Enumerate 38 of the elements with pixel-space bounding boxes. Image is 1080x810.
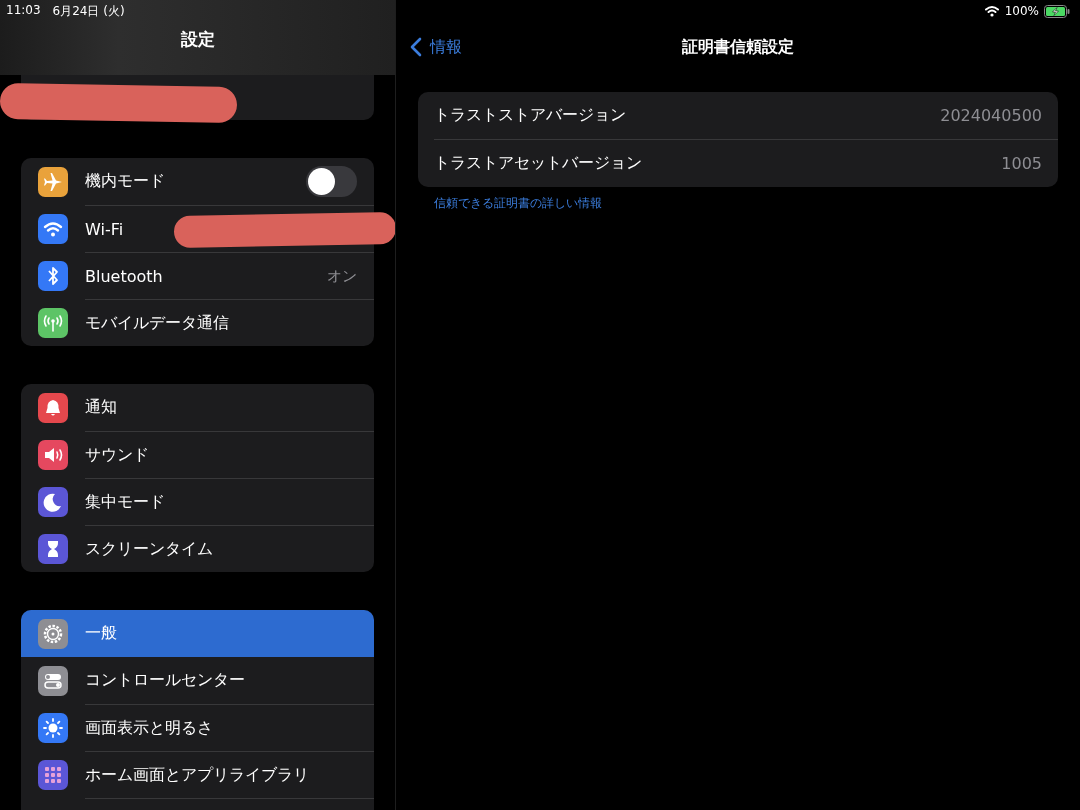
settings-row[interactable]: スクリーンタイム [21, 525, 374, 572]
settings-label: 集中モード [85, 491, 165, 513]
settings-row[interactable]: ホーム画面とアプリライブラリ [21, 751, 374, 798]
settings-label: 通知 [85, 397, 117, 418]
version-label: トラストストアバージョン [434, 105, 626, 126]
settings-label: ホーム画面とアプリライブラリ [85, 764, 309, 786]
certificate-info-link[interactable]: 信頼できる証明書の詳しい情報 [434, 195, 602, 212]
status-date: 6月24日 (火) [52, 3, 125, 20]
settings-value: オン [327, 266, 357, 286]
settings-row[interactable]: Bluetooth オン [21, 252, 374, 299]
settings-label: サウンド [85, 444, 149, 466]
settings-label: 画面表示と明るさ [85, 717, 213, 739]
settings-label: 機内モード [85, 171, 165, 192]
battery-percent: 100% [1004, 4, 1039, 18]
toggle-switch[interactable] [306, 166, 357, 197]
chevron-left-icon [410, 37, 422, 57]
version-value: 2024040500 [940, 106, 1042, 125]
settings-row[interactable]: 通知 [21, 384, 374, 431]
page-title: 証明書信頼設定 [682, 36, 794, 58]
settings-row[interactable]: 集中モード [21, 478, 374, 525]
settings-label: スクリーンタイム [85, 538, 213, 560]
settings-row[interactable]: 画面表示と明るさ [21, 704, 374, 751]
wifi-icon [983, 5, 1000, 17]
settings-row[interactable]: モバイルデータ通信 [21, 299, 374, 346]
version-value: 1005 [1001, 154, 1042, 173]
sidebar-title: 設定 [179, 28, 216, 51]
settings-row[interactable]: コントロールセンター [21, 657, 374, 704]
back-button[interactable]: 情報 [410, 36, 462, 58]
settings-label: Bluetooth [85, 266, 163, 286]
settings-row[interactable]: サウンド [21, 431, 374, 478]
settings-row[interactable]: 一般 [21, 610, 374, 657]
settings-row[interactable]: 機内モード [21, 158, 374, 205]
settings-label: モバイルデータ通信 [85, 312, 229, 334]
status-time: 11:03 [6, 3, 41, 19]
settings-label: コントロールセンター [85, 670, 245, 691]
settings-label: 一般 [85, 623, 117, 644]
settings-label: Wi-Fi [85, 219, 124, 239]
version-label: トラストアセットバージョン [434, 153, 642, 174]
